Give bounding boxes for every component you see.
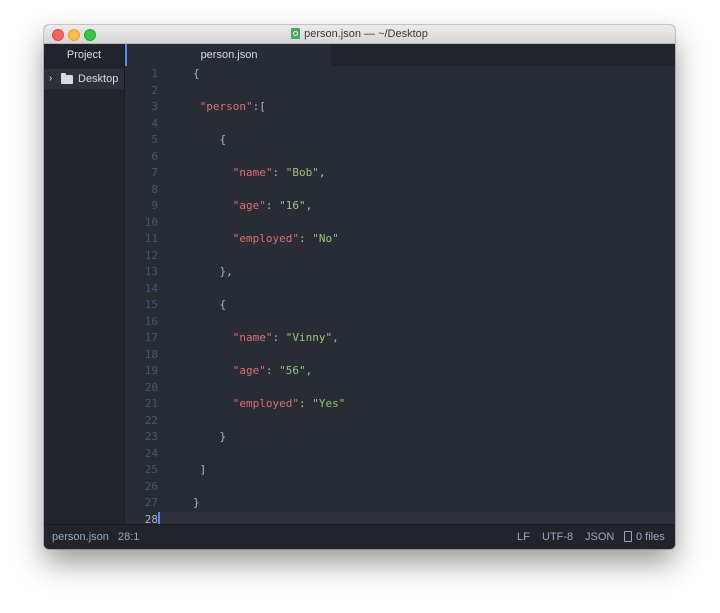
code-line-21[interactable]: "employed": "Yes" xyxy=(158,396,675,412)
json-punct: , xyxy=(332,331,339,344)
folder-icon xyxy=(61,73,73,84)
json-punct: , xyxy=(305,364,313,377)
line-number: 5 xyxy=(151,133,158,146)
json-key: "name" xyxy=(232,331,273,344)
line-number: 1 xyxy=(151,67,158,80)
line-number: 26 xyxy=(144,479,158,493)
json-brace: { xyxy=(193,67,200,80)
code-line-9[interactable]: "age": "16", xyxy=(158,198,675,214)
json-key: "age" xyxy=(232,364,266,377)
code-line-25[interactable]: ] xyxy=(158,462,675,478)
line-number: 16 xyxy=(144,314,158,328)
json-string: "No" xyxy=(312,232,339,245)
code-editor[interactable]: 1 2 3 4 5 6 7 8 9 10 11 12 13 14 15 16 17 18 19 20 21 22 23 24 2… xyxy=(125,66,675,528)
code-line-11[interactable]: "employed": "No" xyxy=(158,231,675,247)
line-number: 25 xyxy=(144,463,158,476)
tree-item-desktop[interactable]: › Desktop xyxy=(44,69,124,89)
status-grammar[interactable]: JSON xyxy=(585,525,614,549)
json-punct: , xyxy=(318,166,326,179)
json-punct: : xyxy=(272,166,286,179)
json-string: "Yes" xyxy=(312,397,346,410)
json-brace: { xyxy=(219,133,227,146)
project-tree-panel: › Desktop xyxy=(44,66,125,524)
json-punct: : xyxy=(265,364,280,377)
json-punct: :[ xyxy=(252,100,266,113)
code-line-13[interactable]: }, xyxy=(158,264,675,280)
json-brace: }, xyxy=(219,265,233,278)
json-punct: : xyxy=(298,232,313,245)
line-number: 8 xyxy=(151,182,158,196)
json-punct: : xyxy=(265,199,280,212)
json-file-icon xyxy=(291,28,301,39)
line-number: 20 xyxy=(144,380,158,394)
code-line-19[interactable]: "age": "56", xyxy=(158,363,675,379)
git-file-icon xyxy=(624,531,632,542)
json-string: "Vinny" xyxy=(285,331,333,344)
json-brace: { xyxy=(219,298,227,311)
json-punct: : xyxy=(272,331,286,344)
status-bar: person.json 28:1 LF UTF-8 JSON 0 files xyxy=(44,524,675,549)
json-key: "age" xyxy=(232,199,266,212)
code-line-23[interactable]: } xyxy=(158,429,675,445)
line-number: 14 xyxy=(144,281,158,295)
line-number: 24 xyxy=(144,446,158,460)
status-line-ending[interactable]: LF xyxy=(517,525,530,549)
line-number: 13 xyxy=(144,265,158,278)
tab-bar: Project person.json xyxy=(44,44,675,66)
line-number: 7 xyxy=(151,166,158,179)
window-title-container: person.json — ~/Desktop xyxy=(44,27,675,41)
json-key: "employed" xyxy=(232,397,299,410)
line-number: 11 xyxy=(144,232,158,245)
line-number: 19 xyxy=(144,364,158,377)
line-number: 4 xyxy=(151,116,158,130)
line-number: 6 xyxy=(151,149,158,163)
line-number: 27 xyxy=(144,496,158,509)
line-number: 2 xyxy=(151,83,158,97)
json-key: "name" xyxy=(232,166,273,179)
code-line-5[interactable]: { xyxy=(158,132,675,148)
chevron-right-icon[interactable]: › xyxy=(49,69,52,89)
code-line-3[interactable]: "person":[ xyxy=(158,99,675,115)
status-encoding[interactable]: UTF-8 xyxy=(542,525,573,549)
line-number: 23 xyxy=(144,430,158,443)
window-title: person.json — ~/Desktop xyxy=(304,28,428,40)
line-number-gutter: 1 2 3 4 5 6 7 8 9 10 11 12 13 14 15 16 17 18 19 20 21 22 23 24 2… xyxy=(125,66,158,526)
json-string: "Bob" xyxy=(285,166,319,179)
status-cursor-position[interactable]: 28:1 xyxy=(118,525,139,549)
json-key: "person" xyxy=(199,100,253,113)
line-number: 12 xyxy=(144,248,158,262)
title-bar: person.json — ~/Desktop xyxy=(44,25,675,44)
status-git[interactable]: 0 files xyxy=(624,525,665,549)
json-key: "employed" xyxy=(232,232,299,245)
code-line-27[interactable]: } xyxy=(158,495,675,511)
tree-item-label: Desktop xyxy=(78,73,119,85)
json-brace: } xyxy=(193,496,200,509)
line-number: 18 xyxy=(144,347,158,361)
line-number: 17 xyxy=(144,331,158,344)
editor-window: person.json — ~/Desktop Project person.j… xyxy=(44,25,675,549)
status-git-label: 0 files xyxy=(636,531,665,543)
json-brace: } xyxy=(219,430,227,443)
code-line-15[interactable]: { xyxy=(158,297,675,313)
json-string: "56" xyxy=(279,364,306,377)
tab-project[interactable]: Project xyxy=(44,44,125,66)
json-punct: , xyxy=(305,199,313,212)
json-string: "16" xyxy=(279,199,306,212)
line-number: 21 xyxy=(144,397,158,410)
code-line-17[interactable]: "name": "Vinny", xyxy=(158,330,675,346)
line-number: 15 xyxy=(144,298,158,311)
line-number: 22 xyxy=(144,413,158,427)
code-line-1[interactable]: { xyxy=(158,66,675,82)
code-line-7[interactable]: "name": "Bob", xyxy=(158,165,675,181)
line-number: 9 xyxy=(151,199,158,212)
line-number: 3 xyxy=(151,100,158,113)
line-number: 10 xyxy=(144,215,158,229)
json-punct: : xyxy=(298,397,313,410)
tab-person-json[interactable]: person.json xyxy=(125,44,331,66)
status-file-name[interactable]: person.json xyxy=(52,525,109,549)
json-bracket: ] xyxy=(199,463,207,476)
